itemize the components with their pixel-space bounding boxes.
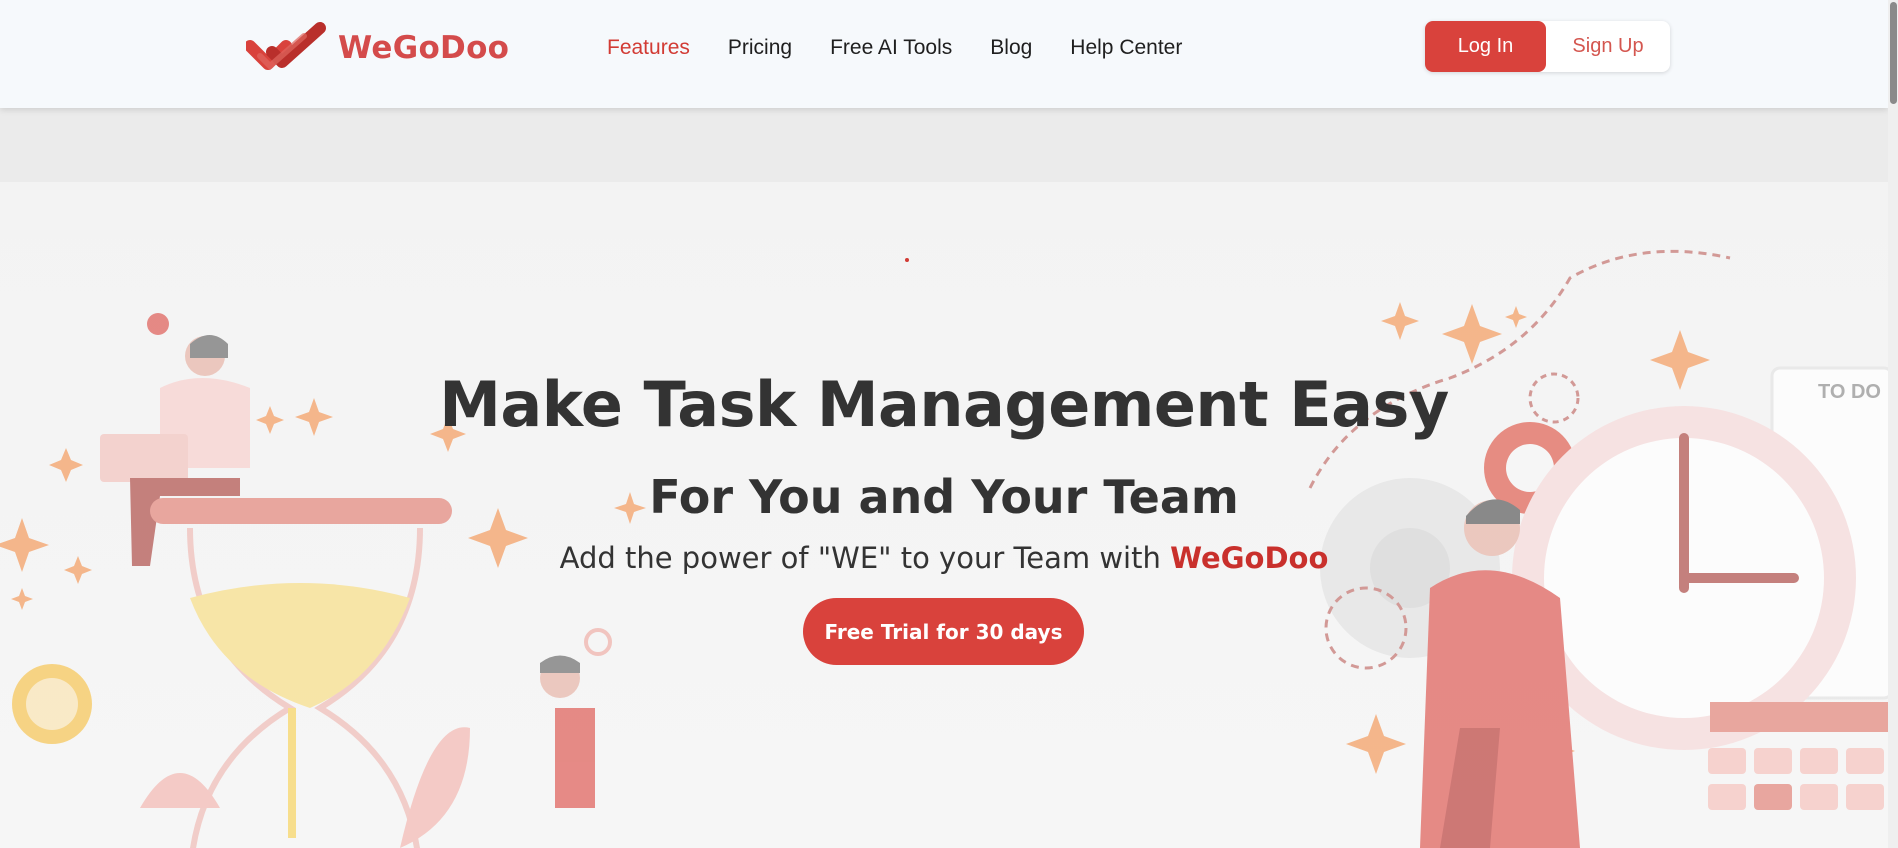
nav-item-help-center[interactable]: Help Center bbox=[1070, 36, 1182, 60]
tagline-text: Add the power of "WE" to your Team with bbox=[559, 541, 1171, 575]
scrollbar-thumb[interactable] bbox=[1890, 2, 1897, 104]
brand-name: WeGoDoo bbox=[338, 30, 510, 66]
page-scrollbar[interactable] bbox=[1888, 0, 1898, 848]
main-nav: Features Pricing Free AI Tools Blog Help… bbox=[607, 36, 1220, 60]
hero-subtitle: For You and Your Team bbox=[649, 470, 1239, 524]
auth-button-group: Log In Sign Up bbox=[1425, 21, 1670, 72]
logo-icon bbox=[246, 22, 326, 71]
tagline-brand: WeGoDoo bbox=[1170, 541, 1329, 575]
loading-dot bbox=[905, 258, 909, 262]
nav-item-blog[interactable]: Blog bbox=[990, 36, 1032, 60]
nav-item-features[interactable]: Features bbox=[607, 36, 690, 60]
nav-item-free-ai-tools[interactable]: Free AI Tools bbox=[830, 36, 952, 60]
site-header: WeGoDoo Features Pricing Free AI Tools B… bbox=[0, 0, 1888, 108]
login-button[interactable]: Log In bbox=[1425, 21, 1546, 72]
nav-item-pricing[interactable]: Pricing bbox=[728, 36, 792, 60]
free-trial-button[interactable]: Free Trial for 30 days bbox=[803, 598, 1084, 665]
brand-logo[interactable]: WeGoDoo bbox=[246, 22, 509, 74]
hero-tagline: Add the power of "WE" to your Team with … bbox=[0, 541, 1888, 575]
signup-button[interactable]: Sign Up bbox=[1546, 21, 1670, 72]
hero-title: Make Task Management Easy bbox=[439, 368, 1449, 441]
